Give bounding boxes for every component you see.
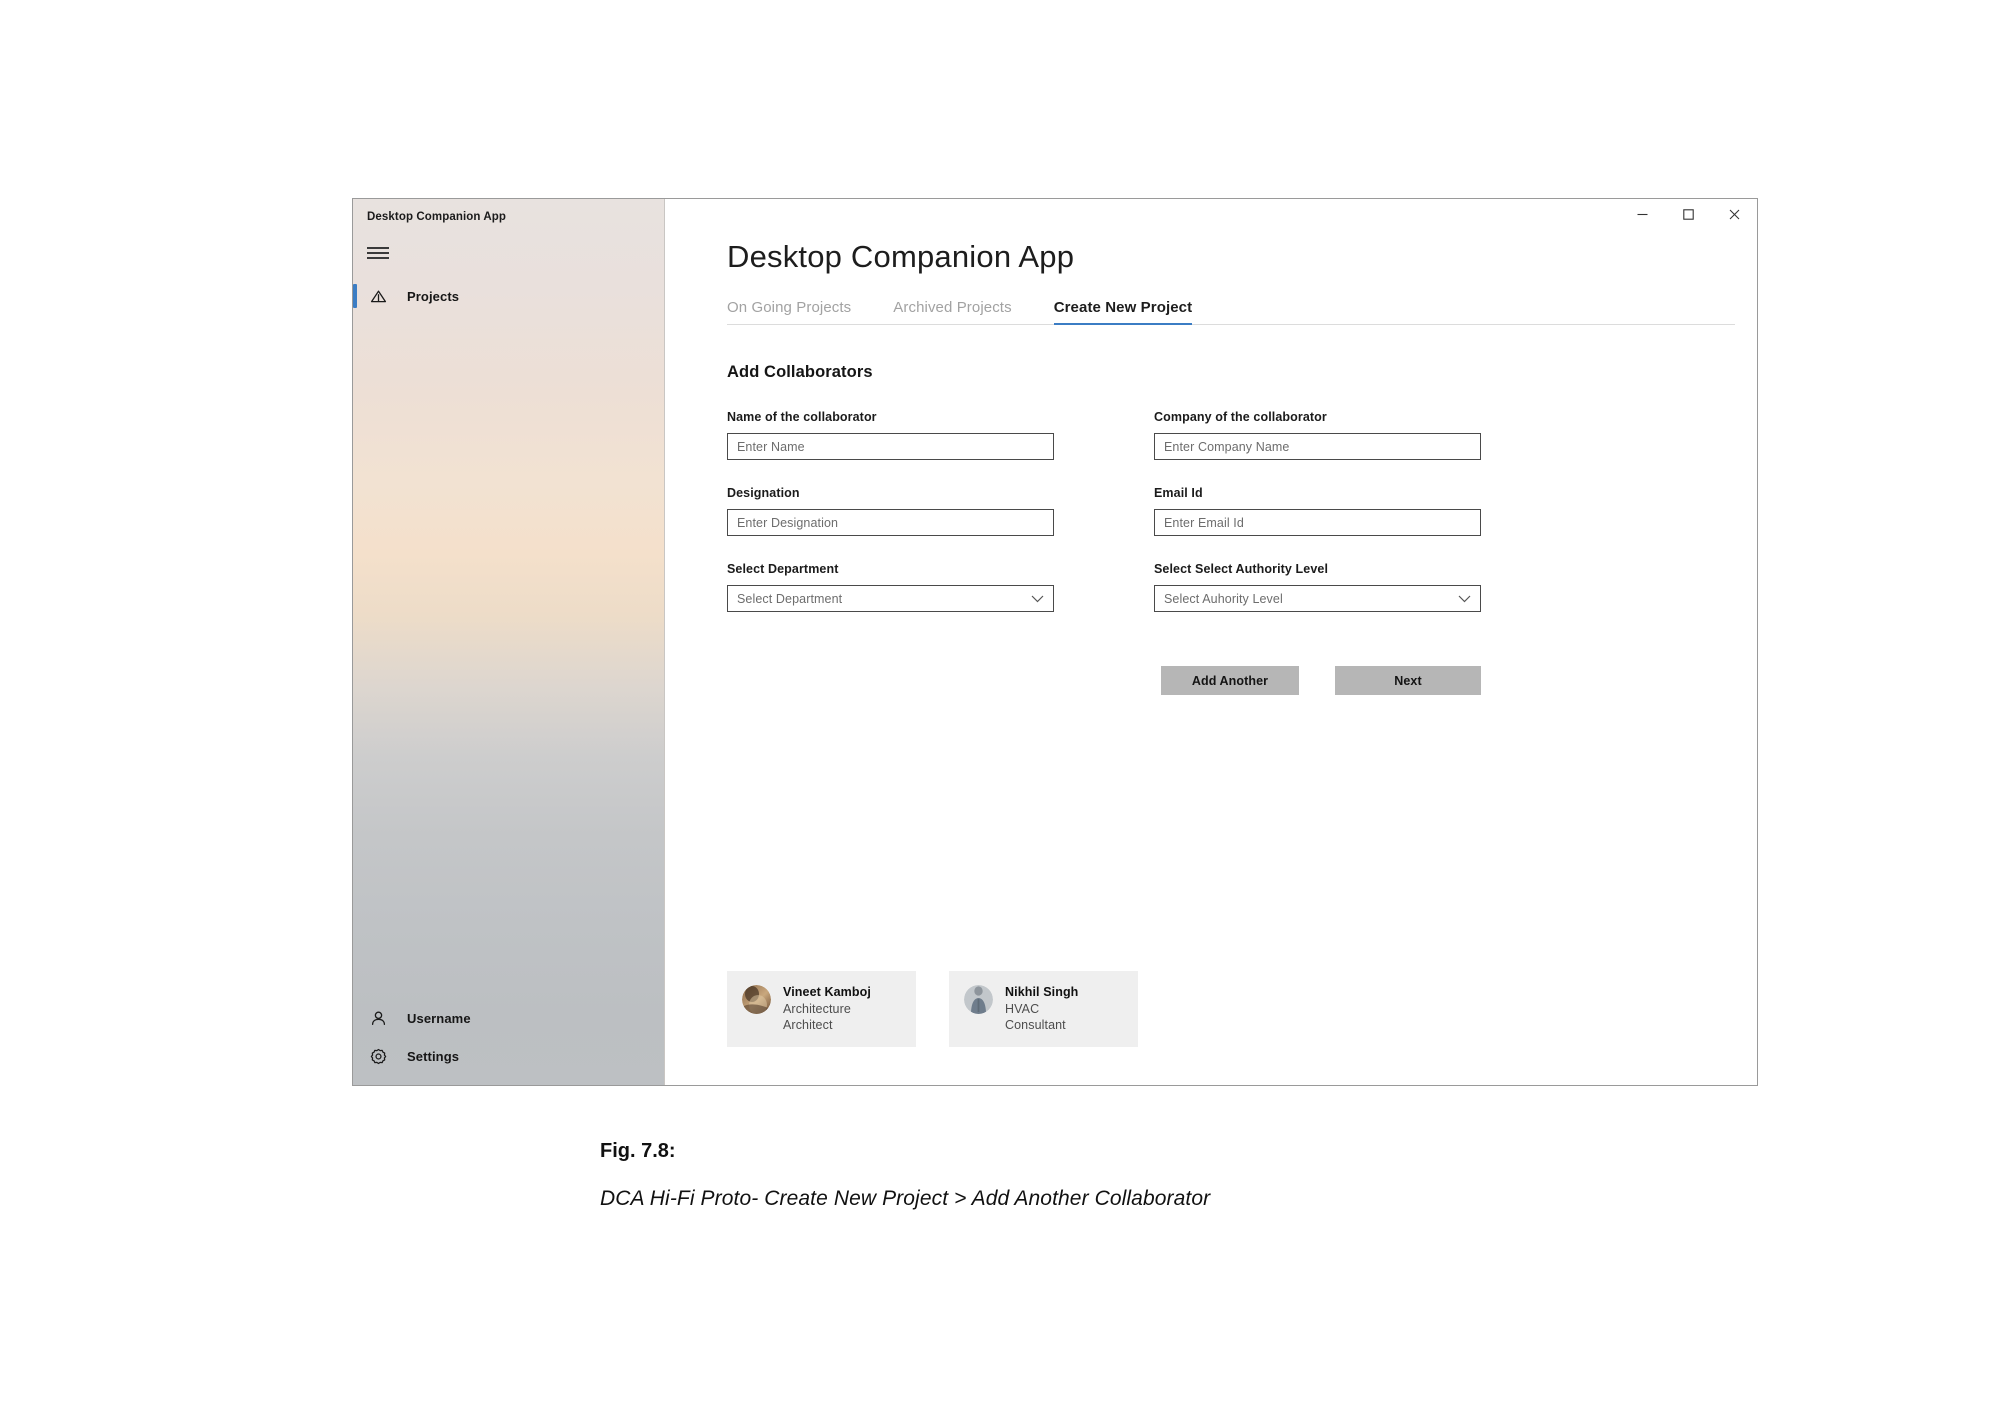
grid-gap bbox=[1054, 410, 1154, 460]
sidebar-item-label: Projects bbox=[407, 288, 460, 304]
field-label: Email Id bbox=[1154, 486, 1203, 500]
tab-archived-projects[interactable]: Archived Projects bbox=[893, 299, 1011, 325]
avatar-photo-warm bbox=[742, 985, 771, 1015]
field-email: Email Id Enter Email Id bbox=[1154, 486, 1481, 536]
collaborator-designation-input[interactable]: Enter Designation bbox=[727, 509, 1054, 536]
authority-level-select-value: Select Auhority Level bbox=[1164, 591, 1283, 606]
collaborator-name: Nikhil Singh bbox=[1005, 985, 1079, 1000]
field-designation: Designation Enter Designation bbox=[727, 486, 1054, 536]
collaborator-email-input[interactable]: Enter Email Id bbox=[1154, 509, 1481, 536]
collaborator-role: Consultant bbox=[1005, 1018, 1066, 1033]
tab-bar: On Going Projects Archived Projects Crea… bbox=[727, 299, 1735, 325]
tab-on-going-projects[interactable]: On Going Projects bbox=[727, 299, 851, 325]
sidebar-item-label: Settings bbox=[407, 1048, 460, 1064]
hamburger-icon[interactable] bbox=[367, 245, 389, 261]
minimize-button[interactable] bbox=[1619, 199, 1665, 229]
chevron-down-icon bbox=[1458, 594, 1471, 603]
department-select[interactable]: Select Department bbox=[727, 585, 1054, 612]
collaborator-info: Vineet Kamboj Architecture Architect bbox=[783, 984, 871, 1034]
field-collaborator-name: Name of the collaborator Enter Name bbox=[727, 410, 1054, 460]
field-label: Select Department bbox=[727, 562, 839, 576]
department-select-value: Select Department bbox=[737, 591, 843, 606]
field-department: Select Department Select Department bbox=[727, 562, 1054, 612]
projects-icon bbox=[367, 285, 389, 307]
sidebar-item-username[interactable]: Username bbox=[353, 999, 664, 1037]
gear-icon bbox=[367, 1045, 389, 1067]
collaborator-form: Name of the collaborator Enter Name Comp… bbox=[727, 410, 1757, 612]
sidebar-item-label: Username bbox=[407, 1010, 471, 1026]
grid-gap bbox=[1054, 486, 1154, 536]
sidebar-item-projects[interactable]: Projects bbox=[353, 277, 664, 315]
figure-number: Fig. 7.8: bbox=[600, 1140, 676, 1162]
sidebar-item-settings[interactable]: Settings bbox=[353, 1037, 664, 1075]
sidebar-bottom-nav: Username Settings bbox=[353, 999, 664, 1085]
collaborator-role: Architect bbox=[783, 1018, 833, 1033]
sidebar: Desktop Companion App Projects Username … bbox=[353, 199, 665, 1085]
avatar bbox=[964, 985, 993, 1015]
sidebar-app-title: Desktop Companion App bbox=[367, 211, 507, 223]
collaborator-info: Nikhil Singh HVAC Consultant bbox=[1005, 984, 1078, 1034]
window-controls bbox=[1619, 199, 1757, 229]
avatar bbox=[742, 985, 771, 1015]
maximize-button[interactable] bbox=[1665, 199, 1711, 229]
avatar-photo-cool bbox=[964, 985, 993, 1015]
tab-create-new-project[interactable]: Create New Project bbox=[1053, 299, 1193, 325]
person-icon bbox=[367, 1007, 389, 1029]
field-label: Designation bbox=[727, 486, 800, 500]
maximize-icon bbox=[1682, 208, 1694, 220]
collaborator-company: HVAC bbox=[1005, 1001, 1040, 1016]
app-window: Desktop Companion App Projects Username … bbox=[352, 198, 1758, 1086]
add-another-button[interactable]: Add Another bbox=[1161, 666, 1299, 695]
section-title: Add Collaborators bbox=[727, 363, 873, 381]
hamburger-line bbox=[367, 257, 389, 259]
content-area: Desktop Companion App On Going Projects … bbox=[665, 199, 1757, 1085]
collaborator-list: Vineet Kamboj Architecture Architect Nik… bbox=[727, 971, 1171, 1047]
hamburger-line bbox=[367, 247, 389, 249]
figure-description: DCA Hi-Fi Proto- Create New Project > Ad… bbox=[600, 1187, 1211, 1210]
chevron-down-icon bbox=[1031, 594, 1044, 603]
form-actions: Add Another Next bbox=[727, 666, 1481, 695]
minimize-icon bbox=[1637, 213, 1647, 215]
collaborator-company: Architecture bbox=[783, 1001, 851, 1016]
field-authority-level: Select Select Authority Level Select Auh… bbox=[1154, 562, 1481, 612]
collaborator-card[interactable]: Vineet Kamboj Architecture Architect bbox=[727, 971, 916, 1047]
collaborator-name-input[interactable]: Enter Name bbox=[727, 433, 1054, 460]
authority-level-select[interactable]: Select Auhority Level bbox=[1154, 585, 1481, 612]
field-collaborator-company: Company of the collaborator Enter Compan… bbox=[1154, 410, 1481, 460]
figure-caption: Fig. 7.8: DCA Hi-Fi Proto- Create New Pr… bbox=[600, 1140, 1500, 1211]
collaborator-company-input[interactable]: Enter Company Name bbox=[1154, 433, 1481, 460]
field-label: Select Select Authority Level bbox=[1154, 562, 1329, 576]
next-button[interactable]: Next bbox=[1335, 666, 1481, 695]
collaborator-name: Vineet Kamboj bbox=[783, 985, 871, 1000]
field-label: Name of the collaborator bbox=[727, 410, 877, 424]
collaborator-card[interactable]: Nikhil Singh HVAC Consultant bbox=[949, 971, 1138, 1047]
close-button[interactable] bbox=[1711, 199, 1757, 229]
hamburger-line bbox=[367, 252, 389, 254]
page-title: Desktop Companion App bbox=[727, 239, 1075, 274]
grid-gap bbox=[1054, 562, 1154, 612]
tab-bar-rule bbox=[727, 324, 1735, 325]
field-label: Company of the collaborator bbox=[1154, 410, 1327, 424]
close-icon bbox=[1729, 209, 1739, 219]
